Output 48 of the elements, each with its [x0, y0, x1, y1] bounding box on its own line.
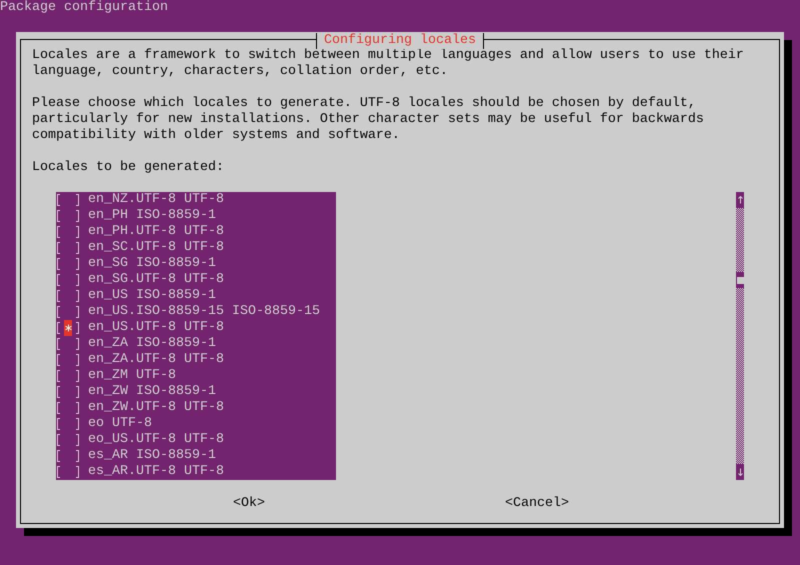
locale-option[interactable]: en_US.ISO-8859-15 ISO-8859-15 — [88, 304, 320, 320]
checkbox[interactable] — [56, 400, 80, 416]
locale-option[interactable]: en_ZA.UTF-8 UTF-8 — [88, 352, 224, 368]
locale-option[interactable]: en_ZM UTF-8 — [88, 368, 176, 384]
checkbox[interactable] — [56, 448, 80, 464]
description-paragraph: Locales are a framework to switch between multiple languages and allow users to use their language, country, characters, collation order, etc. — [32, 48, 745, 80]
checkbox[interactable] — [56, 256, 80, 272]
dialog-title: Configuring locales — [316, 33, 484, 49]
down-arrow-icon[interactable] — [738, 468, 742, 476]
locale-option[interactable]: es_AR ISO-8859-1 — [88, 448, 216, 464]
checkbox[interactable] — [56, 272, 80, 288]
scrollbar[interactable] — [736, 192, 744, 480]
cancel-button[interactable]: <Cancel> — [505, 496, 569, 512]
locale-option[interactable]: en_SC.UTF-8 UTF-8 — [88, 240, 224, 256]
locale-option[interactable]: en_PH.UTF-8 UTF-8 — [88, 224, 224, 240]
checkbox[interactable] — [56, 208, 80, 224]
checkbox[interactable] — [56, 336, 80, 352]
locale-option[interactable]: en_PH ISO-8859-1 — [88, 208, 216, 224]
locale-option[interactable]: eo UTF-8 — [88, 416, 152, 432]
locale-option[interactable]: es_AR.UTF-8 UTF-8 — [88, 464, 224, 480]
checkbox[interactable] — [56, 320, 80, 336]
locale-option[interactable]: en_ZA ISO-8859-1 — [88, 336, 216, 352]
locale-option[interactable]: en_ZW ISO-8859-1 — [88, 384, 216, 400]
description-paragraph: Please choose which locales to generate. UTF-8 locales should be chosen by default, particularly for new installations. Other character sets may be useful for backwards compatibility with older systems and software. — [32, 96, 705, 144]
scrollbar-thumb[interactable] — [736, 272, 744, 288]
checkbox[interactable] — [56, 464, 80, 480]
checkbox[interactable] — [56, 240, 80, 256]
ok-button[interactable]: <Ok> — [233, 496, 265, 512]
checkbox[interactable] — [56, 288, 80, 304]
checkbox[interactable] — [56, 192, 80, 208]
checkbox[interactable] — [56, 368, 80, 384]
checkbox[interactable] — [56, 384, 80, 400]
locale-option[interactable]: en_SG.UTF-8 UTF-8 — [88, 272, 224, 288]
locale-option[interactable]: en_SG ISO-8859-1 — [88, 256, 216, 272]
list-label: Locales to be generated: — [32, 160, 225, 176]
locale-option[interactable]: en_US ISO-8859-1 — [88, 288, 216, 304]
checkbox[interactable] — [56, 432, 80, 448]
checkbox[interactable] — [56, 224, 80, 240]
checkbox[interactable] — [56, 352, 80, 368]
checkbox[interactable] — [56, 304, 80, 320]
window-title: Package configuration — [0, 0, 169, 16]
up-arrow-icon[interactable] — [738, 196, 742, 204]
asterisk-icon — [64, 324, 72, 332]
locale-option[interactable]: en_ZW.UTF-8 UTF-8 — [88, 400, 224, 416]
locale-option[interactable]: eo_US.UTF-8 UTF-8 — [88, 432, 224, 448]
checkbox[interactable] — [56, 416, 80, 432]
locale-option[interactable]: en_US.UTF-8 UTF-8 — [88, 320, 224, 336]
locale-option[interactable]: en_NZ.UTF-8 UTF-8 — [88, 192, 224, 208]
